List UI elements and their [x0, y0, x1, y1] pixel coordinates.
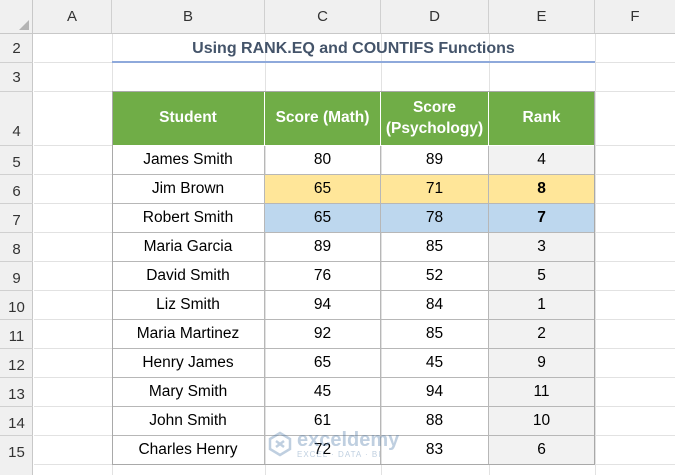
header-rank[interactable]: Rank: [489, 92, 595, 146]
title-underline: [112, 61, 595, 63]
table-cell-psychology-highlighted[interactable]: 78: [381, 204, 489, 233]
row-header-9[interactable]: 9: [0, 262, 33, 291]
table-cell-student[interactable]: Jim Brown: [112, 175, 265, 204]
row-header-10[interactable]: 10: [0, 291, 33, 320]
table-cell-rank-highlighted[interactable]: 7: [489, 204, 595, 233]
table-cell-rank[interactable]: 3: [489, 233, 595, 262]
column-header-a[interactable]: A: [33, 0, 112, 33]
header-student[interactable]: Student: [112, 92, 265, 146]
table-cell-student[interactable]: Liz Smith: [112, 291, 265, 320]
table-cell-psychology[interactable]: 88: [381, 407, 489, 436]
table-cell-psychology[interactable]: 85: [381, 233, 489, 262]
row-header-2[interactable]: 2: [0, 34, 33, 63]
table-cell-math[interactable]: 89: [265, 233, 381, 262]
table-cell-rank[interactable]: 5: [489, 262, 595, 291]
row-header-3[interactable]: 3: [0, 63, 33, 92]
table-cell-math[interactable]: 65: [265, 349, 381, 378]
table-cell-rank[interactable]: 9: [489, 349, 595, 378]
table-cell-rank[interactable]: 1: [489, 291, 595, 320]
table-cell-math-highlighted[interactable]: 65: [265, 204, 381, 233]
table-cell-student[interactable]: John Smith: [112, 407, 265, 436]
column-header-d[interactable]: D: [381, 0, 489, 33]
row-header-13[interactable]: 13: [0, 378, 33, 407]
table-cell-psychology[interactable]: 89: [381, 146, 489, 175]
table-cell-student[interactable]: David Smith: [112, 262, 265, 291]
table-cell-psychology-highlighted[interactable]: 71: [381, 175, 489, 204]
table-cell-psychology[interactable]: 85: [381, 320, 489, 349]
row-header-15[interactable]: 15: [0, 436, 33, 465]
table-cell-rank[interactable]: 4: [489, 146, 595, 175]
table-cell-student[interactable]: Mary Smith: [112, 378, 265, 407]
table-cell-math[interactable]: 61: [265, 407, 381, 436]
row-header-bar: 2 3 4 5 6 7 8 9 10 11 12 13 14 15: [0, 34, 33, 475]
table-cell-math[interactable]: 80: [265, 146, 381, 175]
row-header-12[interactable]: 12: [0, 349, 33, 378]
table-cell-student[interactable]: Charles Henry: [112, 436, 265, 465]
table-cell-math-highlighted[interactable]: 65: [265, 175, 381, 204]
table-cell-student[interactable]: Maria Martinez: [112, 320, 265, 349]
select-all-corner[interactable]: [0, 0, 33, 33]
header-score-math[interactable]: Score (Math): [265, 92, 381, 146]
table-cell-student[interactable]: James Smith: [112, 146, 265, 175]
row-header-7[interactable]: 7: [0, 204, 33, 233]
table-cell-psychology[interactable]: 52: [381, 262, 489, 291]
header-score-psychology[interactable]: Score (Psychology): [381, 92, 489, 146]
table-cell-math[interactable]: 94: [265, 291, 381, 320]
table-cell-student[interactable]: Henry James: [112, 349, 265, 378]
table-cell-rank-highlighted[interactable]: 8: [489, 175, 595, 204]
column-header-e[interactable]: E: [489, 0, 595, 33]
table-cell-math[interactable]: 72: [265, 436, 381, 465]
table-cell-rank[interactable]: 10: [489, 407, 595, 436]
table-cell-psychology[interactable]: 84: [381, 291, 489, 320]
table-cell-math[interactable]: 76: [265, 262, 381, 291]
sheet-title[interactable]: Using RANK.EQ and COUNTIFS Functions: [112, 34, 595, 63]
table-cell-student[interactable]: Maria Garcia: [112, 233, 265, 262]
row-header-14[interactable]: 14: [0, 407, 33, 436]
table-cell-rank[interactable]: 6: [489, 436, 595, 465]
table-cell-math[interactable]: 45: [265, 378, 381, 407]
table-cell-rank[interactable]: 11: [489, 378, 595, 407]
row-header-11[interactable]: 11: [0, 320, 33, 349]
table-cell-psychology[interactable]: 83: [381, 436, 489, 465]
row-header-4[interactable]: 4: [0, 92, 33, 146]
table-cell-psychology[interactable]: 94: [381, 378, 489, 407]
table-cell-psychology[interactable]: 45: [381, 349, 489, 378]
row-header-5[interactable]: 5: [0, 146, 33, 175]
table-cell-rank[interactable]: 2: [489, 320, 595, 349]
column-header-f[interactable]: F: [595, 0, 675, 33]
table-cell-math[interactable]: 92: [265, 320, 381, 349]
table-cell-student[interactable]: Robert Smith: [112, 204, 265, 233]
column-header-b[interactable]: B: [112, 0, 265, 33]
column-header-c[interactable]: C: [265, 0, 381, 33]
row-header-8[interactable]: 8: [0, 233, 33, 262]
row-header-6[interactable]: 6: [0, 175, 33, 204]
